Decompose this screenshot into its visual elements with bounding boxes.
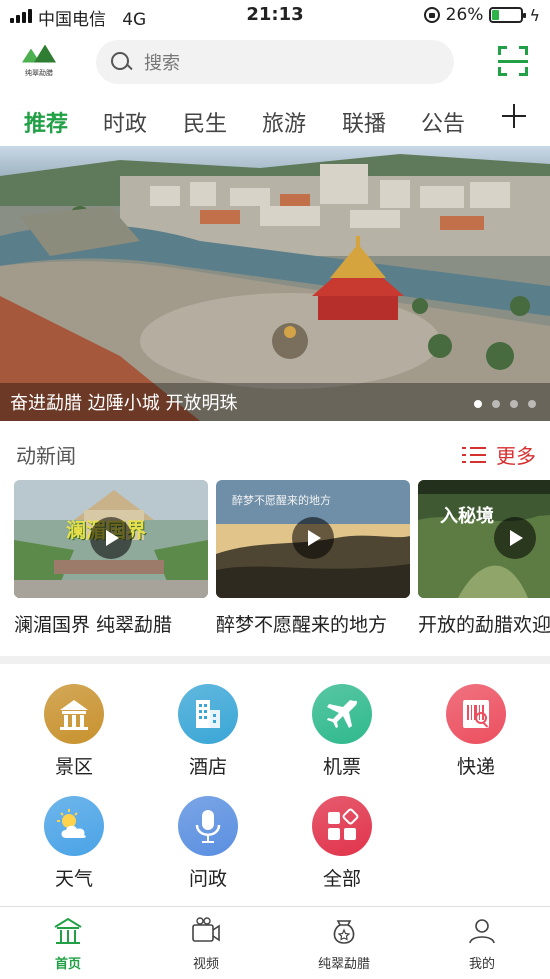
charging-icon: ϟ <box>529 5 540 25</box>
battery-percent: 26% <box>445 5 484 25</box>
rotation-lock-icon <box>423 7 440 23</box>
banner-caption-bar: 奋进勐腊 边陲小城 开放明珠 <box>0 383 550 421</box>
battery-icon <box>489 7 527 23</box>
video-carousel: 澜湄国界 澜湄国界 纯翠勐腊 醉梦不愿醒来的地方 醉梦不愿醒来的地方 <box>0 480 550 648</box>
nav-profile[interactable]: 我的 <box>432 915 532 972</box>
express-icon <box>446 684 506 744</box>
app-logo[interactable]: 纯翠勐腊 <box>16 40 62 82</box>
user-icon <box>466 915 498 947</box>
service-weather[interactable]: 天气 <box>14 796 134 891</box>
service-label: 快递 <box>456 756 495 778</box>
microphone-icon <box>178 796 238 856</box>
service-label: 天气 <box>54 868 93 890</box>
bottom-nav: 首页 视频 纯翠勐腊 我的 <box>0 906 550 979</box>
video-title: 开放的勐腊欢迎 <box>418 614 550 636</box>
video-card[interactable]: 醉梦不愿醒来的地方 醉梦不愿醒来的地方 <box>216 480 410 637</box>
nav-video[interactable]: 视频 <box>156 915 256 972</box>
carousel-dot[interactable] <box>492 400 500 408</box>
all-icon <box>312 796 372 856</box>
search-placeholder: 搜索 <box>144 53 180 74</box>
banner-caption: 奋进勐腊 边陲小城 开放明珠 <box>10 393 238 414</box>
tab-broadcast[interactable]: 联播 <box>342 106 386 138</box>
tab-livelihood[interactable]: 民生 <box>183 106 227 138</box>
service-flight[interactable]: 机票 <box>282 684 402 779</box>
hotel-icon <box>178 684 238 744</box>
video-card[interactable]: 澜湄国界 澜湄国界 纯翠勐腊 <box>14 480 208 637</box>
service-label: 问政 <box>188 868 227 890</box>
search-icon <box>110 51 132 73</box>
add-tab-icon[interactable] <box>502 104 526 128</box>
service-label: 酒店 <box>188 756 227 778</box>
bag-icon <box>328 915 360 947</box>
carousel-dot[interactable] <box>510 400 518 408</box>
list-icon <box>462 446 486 464</box>
category-tabs: 推荐 时政 民生 旅游 联播 公告 <box>0 98 550 146</box>
service-inquiry[interactable]: 问政 <box>148 796 268 891</box>
nav-label: 纯翠勐腊 <box>317 957 370 972</box>
video-thumbnail: 入秘境 <box>418 480 550 598</box>
plane-icon <box>312 684 372 744</box>
service-express[interactable]: 快递 <box>416 684 536 779</box>
nav-home[interactable]: 首页 <box>18 915 118 972</box>
tab-politics[interactable]: 时政 <box>103 106 147 138</box>
banner-image <box>0 146 550 421</box>
news-section-header: 动新闻 更多 <box>0 432 550 472</box>
carousel-dot[interactable] <box>474 400 482 408</box>
logo-mark-icon <box>22 45 56 65</box>
more-label: 更多 <box>496 444 536 468</box>
video-overlay-text: 醉梦不愿醒来的地方 <box>232 494 331 507</box>
service-hotel[interactable]: 酒店 <box>148 684 268 779</box>
video-title: 澜湄国界 纯翠勐腊 <box>14 614 173 636</box>
service-all[interactable]: 全部 <box>282 796 402 891</box>
scan-icon[interactable] <box>498 46 528 76</box>
service-label: 景区 <box>54 756 93 778</box>
scenic-icon <box>44 684 104 744</box>
tab-recommend[interactable]: 推荐 <box>24 106 68 138</box>
section-divider <box>0 656 550 664</box>
video-overlay-text: 入秘境 <box>440 506 494 527</box>
search-bar[interactable]: 搜索 <box>96 40 454 84</box>
app-header: 纯翠勐腊 搜索 <box>0 34 550 90</box>
tab-notice[interactable]: 公告 <box>421 106 465 138</box>
service-label: 机票 <box>322 756 361 778</box>
video-thumbnail: 醉梦不愿醒来的地方 <box>216 480 410 598</box>
play-icon[interactable] <box>292 517 334 559</box>
logo-text: 纯翠勐腊 <box>25 68 53 77</box>
more-button[interactable]: 更多 <box>462 440 536 469</box>
service-label: 全部 <box>322 868 361 890</box>
service-scenic[interactable]: 景区 <box>14 684 134 779</box>
home-icon <box>52 915 84 947</box>
weather-icon <box>44 796 104 856</box>
play-icon[interactable] <box>90 517 132 559</box>
video-card[interactable]: 入秘境 开放的勐腊欢迎 <box>418 480 550 637</box>
carousel-indicator <box>474 400 536 408</box>
hero-banner[interactable]: 奋进勐腊 边陲小城 开放明珠 <box>0 146 550 421</box>
status-bar: 中国电信 4G 21:13 26% ϟ <box>0 0 550 32</box>
video-icon <box>190 915 222 947</box>
carousel-dot[interactable] <box>528 400 536 408</box>
nav-label: 首页 <box>54 957 81 972</box>
video-title: 醉梦不愿醒来的地方 <box>216 614 388 636</box>
nav-label: 我的 <box>468 957 495 972</box>
tab-travel[interactable]: 旅游 <box>262 106 306 138</box>
nav-local[interactable]: 纯翠勐腊 <box>294 915 394 972</box>
play-icon[interactable] <box>494 517 536 559</box>
video-thumbnail: 澜湄国界 <box>14 480 208 598</box>
section-title: 动新闻 <box>16 444 76 468</box>
nav-label: 视频 <box>192 957 219 972</box>
